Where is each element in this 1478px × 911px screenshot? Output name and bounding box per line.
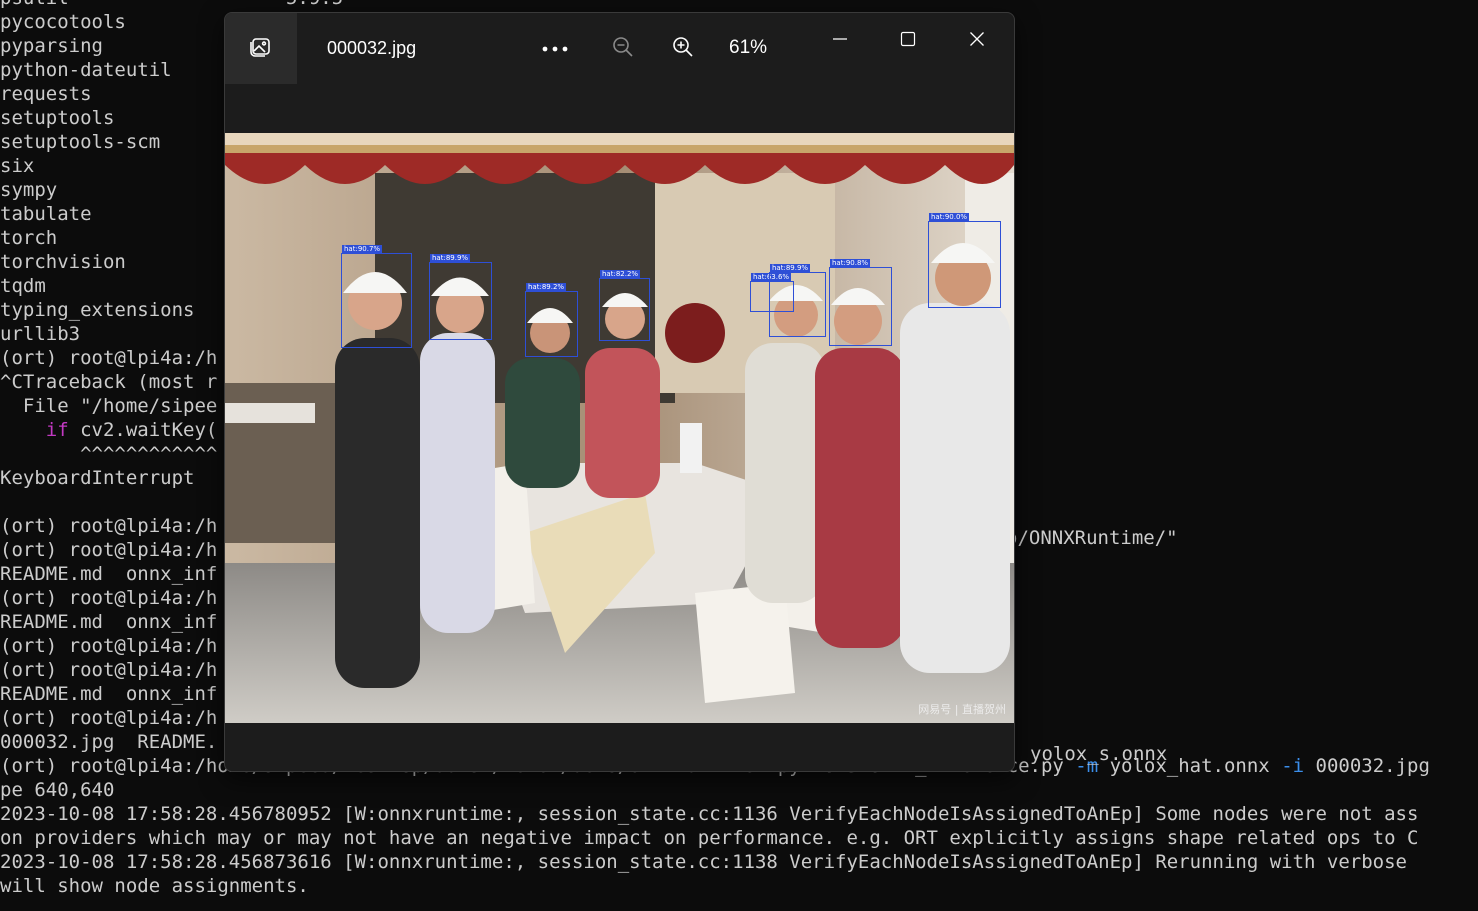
detection-box: hat:89.9%: [769, 264, 826, 337]
terminal-line: will show node assignments.: [0, 875, 309, 897]
zoom-level[interactable]: 61%: [729, 37, 767, 59]
photo-viewer-titlebar[interactable]: 000032.jpg 61%: [225, 13, 1014, 85]
detection-label: hat:82.2%: [600, 270, 641, 279]
terminal-line: 2023-10-08 17:58:28.456873616 [W:onnxrun…: [0, 851, 1407, 873]
detection-box: hat:90.7%: [341, 245, 412, 348]
terminal-fragment-onnxruntime-path: o/ONNXRuntime/": [1006, 527, 1178, 549]
more-options-icon: [541, 40, 569, 58]
zoom-out-button[interactable]: [605, 31, 641, 67]
minimize-button[interactable]: [817, 21, 863, 61]
terminal-line: psutil 5.9.5: [0, 0, 1430, 10]
detection-label: hat:89.2%: [526, 283, 567, 292]
detection-label: hat:90.0%: [929, 213, 970, 222]
zoom-out-icon: [611, 35, 635, 64]
maximize-button[interactable]: [885, 21, 931, 61]
photo-image: [225, 133, 1014, 723]
more-options-button[interactable]: [537, 31, 573, 67]
zoom-in-button[interactable]: [665, 31, 701, 67]
terminal-fragment-yolox-model: yolox_s.onnx: [1030, 743, 1168, 765]
file-name-title: 000032.jpg: [327, 38, 417, 58]
close-button[interactable]: [954, 21, 1000, 61]
detection-box: hat:90.8%: [829, 259, 892, 346]
gallery-icon: [249, 34, 273, 63]
detection-box: hat:89.9%: [429, 254, 492, 340]
minimize-icon: [832, 31, 848, 52]
terminal-line: pe 640,640: [0, 779, 115, 801]
photo-canvas[interactable]: hat:90.7% hat:89.9% hat:89.2% hat:82.2% …: [225, 133, 1014, 723]
maximize-icon: [900, 31, 916, 52]
detection-label: hat:89.9%: [770, 264, 811, 273]
close-icon: [969, 31, 985, 52]
photo-viewer-window[interactable]: 000032.jpg 61% hat:90.7% hat:89.9% hat:8…: [224, 12, 1015, 772]
detection-box: hat:82.2%: [599, 270, 650, 341]
detection-label: hat:90.8%: [830, 259, 871, 268]
zoom-in-icon: [671, 35, 695, 64]
detection-label: hat:90.7%: [342, 245, 383, 254]
terminal-line: on providers which may or may not have a…: [0, 827, 1419, 849]
terminal-line: 2023-10-08 17:58:28.456780952 [W:onnxrun…: [0, 803, 1419, 825]
photo-watermark: 网易号 | 直播贺州: [918, 703, 1006, 716]
detection-label: hat:89.9%: [430, 254, 471, 263]
detection-box: hat:89.2%: [525, 283, 578, 357]
gallery-button[interactable]: [225, 13, 297, 84]
detection-box: hat:90.0%: [928, 213, 1001, 308]
